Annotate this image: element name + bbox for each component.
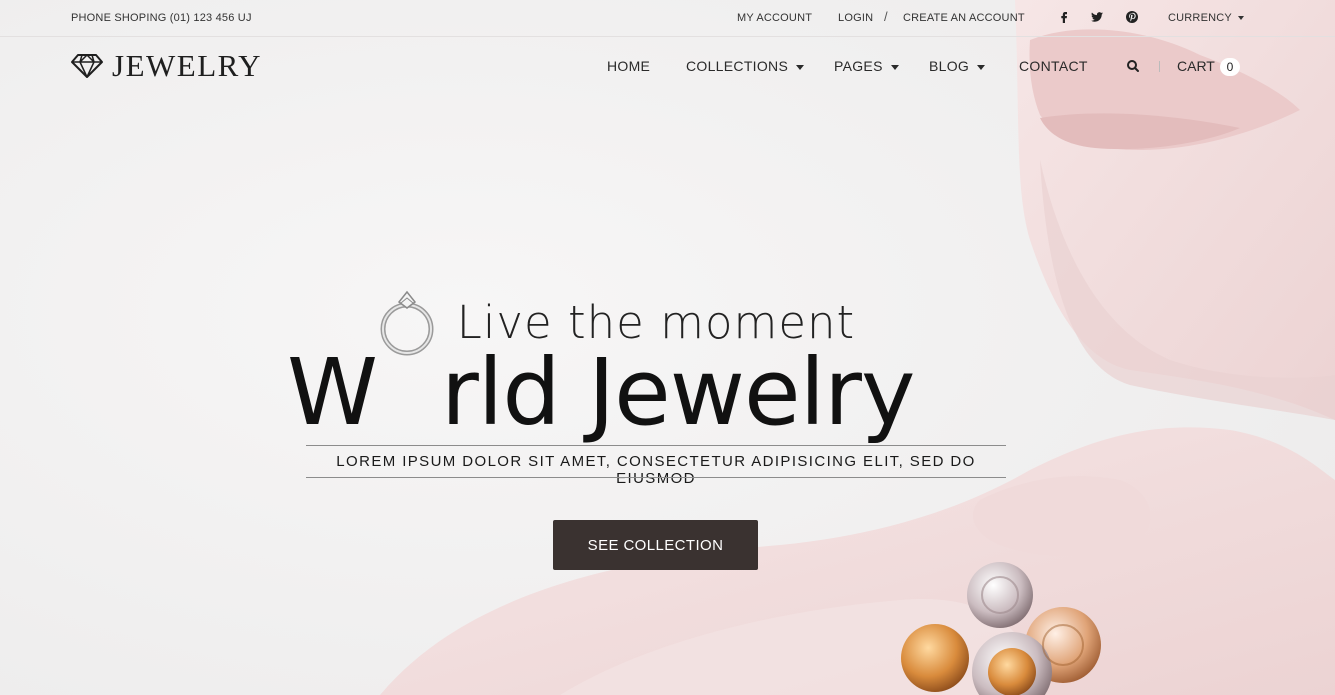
phone-info: PHONE SHOPING (01) 123 456 UJ (71, 12, 252, 24)
twitter-icon[interactable] (1089, 9, 1105, 25)
search-icon[interactable] (1125, 58, 1141, 74)
pinterest-icon[interactable] (1124, 9, 1140, 25)
my-account-link[interactable]: MY ACCOUNT (737, 12, 812, 24)
logo[interactable]: JEWELRY (70, 48, 262, 83)
chevron-down-icon (796, 64, 805, 70)
login-link[interactable]: LOGIN (838, 12, 873, 24)
currency-selector[interactable]: CURRENCY (1168, 12, 1244, 24)
see-collection-button[interactable]: SEE COLLECTION (553, 520, 758, 570)
subtitle-top-rule (306, 445, 1006, 446)
nav-blog-label: BLOG (929, 58, 970, 74)
diamond-icon (71, 54, 103, 78)
headline-text-start: W (287, 339, 378, 446)
cart-link[interactable]: CART (1177, 58, 1215, 74)
headline-text-end: rld Jewelry (440, 339, 915, 446)
top-bar: PHONE SHOPING (01) 123 456 UJ MY ACCOUNT… (0, 0, 1335, 37)
chevron-down-icon (890, 64, 899, 70)
subtitle-bottom-rule (306, 477, 1006, 478)
login-separator: / (884, 9, 888, 24)
facebook-icon[interactable] (1056, 9, 1072, 25)
hero-headline: Wo rld Jewelry (287, 290, 1027, 440)
ring-o: o (377, 290, 441, 424)
nav-pages[interactable]: PAGES (834, 58, 899, 74)
hero-subtitle: LOREM IPSUM DOLOR SIT AMET, CONSECTETUR … (336, 453, 976, 487)
nav-divider (1159, 61, 1160, 72)
cart-count-badge: 0 (1220, 58, 1240, 76)
create-account-link[interactable]: CREATE AN ACCOUNT (903, 12, 1025, 24)
chevron-down-icon (977, 64, 986, 70)
nav-home[interactable]: HOME (607, 58, 650, 74)
main-header: JEWELRY HOME COLLECTIONS PAGES BLOG CONT… (0, 37, 1335, 97)
logo-text: JEWELRY (112, 48, 262, 83)
nav-collections[interactable]: COLLECTIONS (686, 58, 805, 74)
diamond-ring-icon (380, 290, 434, 356)
nav-blog[interactable]: BLOG (929, 58, 986, 74)
chevron-down-icon (1237, 16, 1244, 21)
currency-label: CURRENCY (1168, 12, 1232, 24)
nav-pages-label: PAGES (834, 58, 883, 74)
nav-contact[interactable]: CONTACT (1019, 58, 1088, 74)
nav-collections-label: COLLECTIONS (686, 58, 789, 74)
